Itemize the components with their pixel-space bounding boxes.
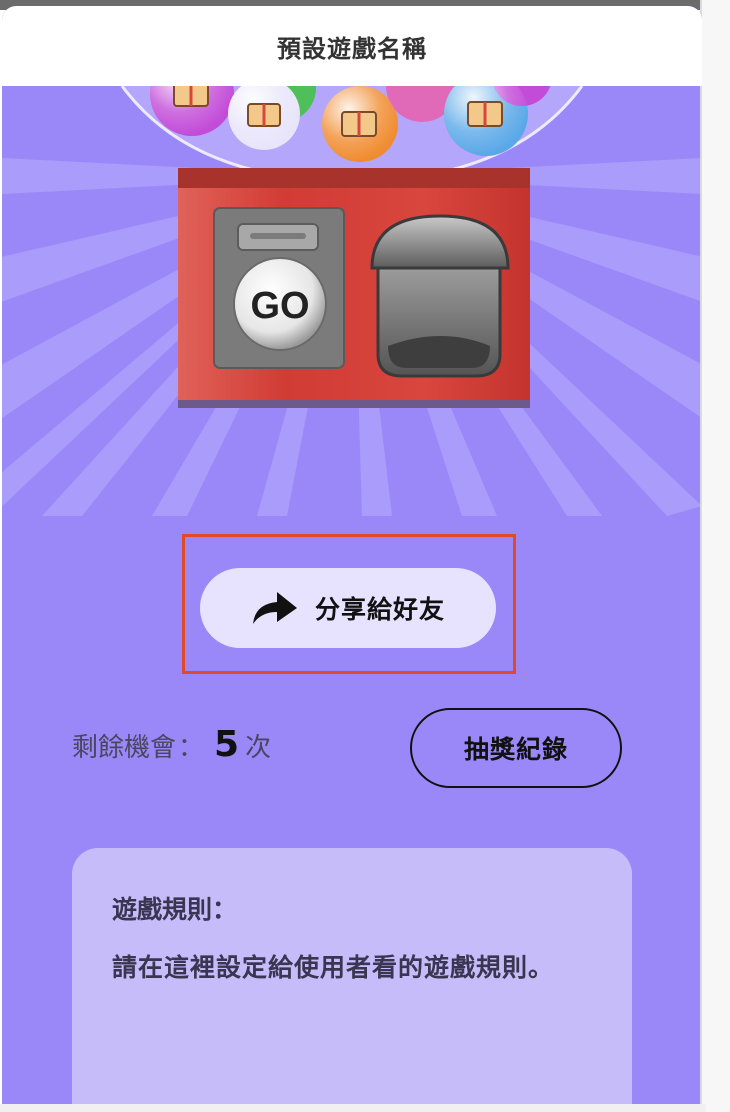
draw-record-label: 抽獎紀錄 bbox=[463, 736, 568, 764]
game-rules-title: 遊戲規則： bbox=[112, 895, 238, 924]
game-screen: 預設遊戲名稱 GO 分享給好友 剩餘機會 ： 5 次 抽獎紀錄 遊戲規則： 請在… bbox=[2, 6, 702, 1104]
remaining-chances: 剩餘機會 ： 5 次 bbox=[72, 724, 271, 774]
machine-body: GO bbox=[178, 168, 530, 408]
gacha-machine-illustration: GO bbox=[2, 86, 702, 516]
page-right-margin bbox=[700, 0, 730, 1112]
page-header: 預設遊戲名稱 bbox=[2, 6, 702, 86]
game-rules-card: 遊戲規則： 請在這裡設定給使用者看的遊戲規則。 bbox=[72, 848, 632, 1104]
remaining-chances-colon: ： bbox=[178, 733, 205, 763]
remaining-chances-label: 剩餘機會 bbox=[72, 733, 177, 763]
page-bottom-margin bbox=[0, 1104, 706, 1112]
gacha-stage: GO bbox=[2, 86, 702, 516]
page-title: 預設遊戲名稱 bbox=[277, 34, 427, 63]
remaining-chances-count: 5 bbox=[214, 724, 240, 765]
share-button-label: 分享給好友 bbox=[314, 596, 445, 624]
share-to-friends-button[interactable]: 分享給好友 bbox=[200, 568, 496, 648]
draw-record-button[interactable]: 抽獎紀錄 bbox=[410, 708, 622, 788]
remaining-chances-unit: 次 bbox=[245, 733, 272, 763]
go-button-label: GO bbox=[250, 285, 309, 327]
share-arrow-icon bbox=[252, 592, 297, 624]
game-rules-text: 請在這裡設定給使用者看的遊戲規則。 bbox=[112, 953, 555, 982]
